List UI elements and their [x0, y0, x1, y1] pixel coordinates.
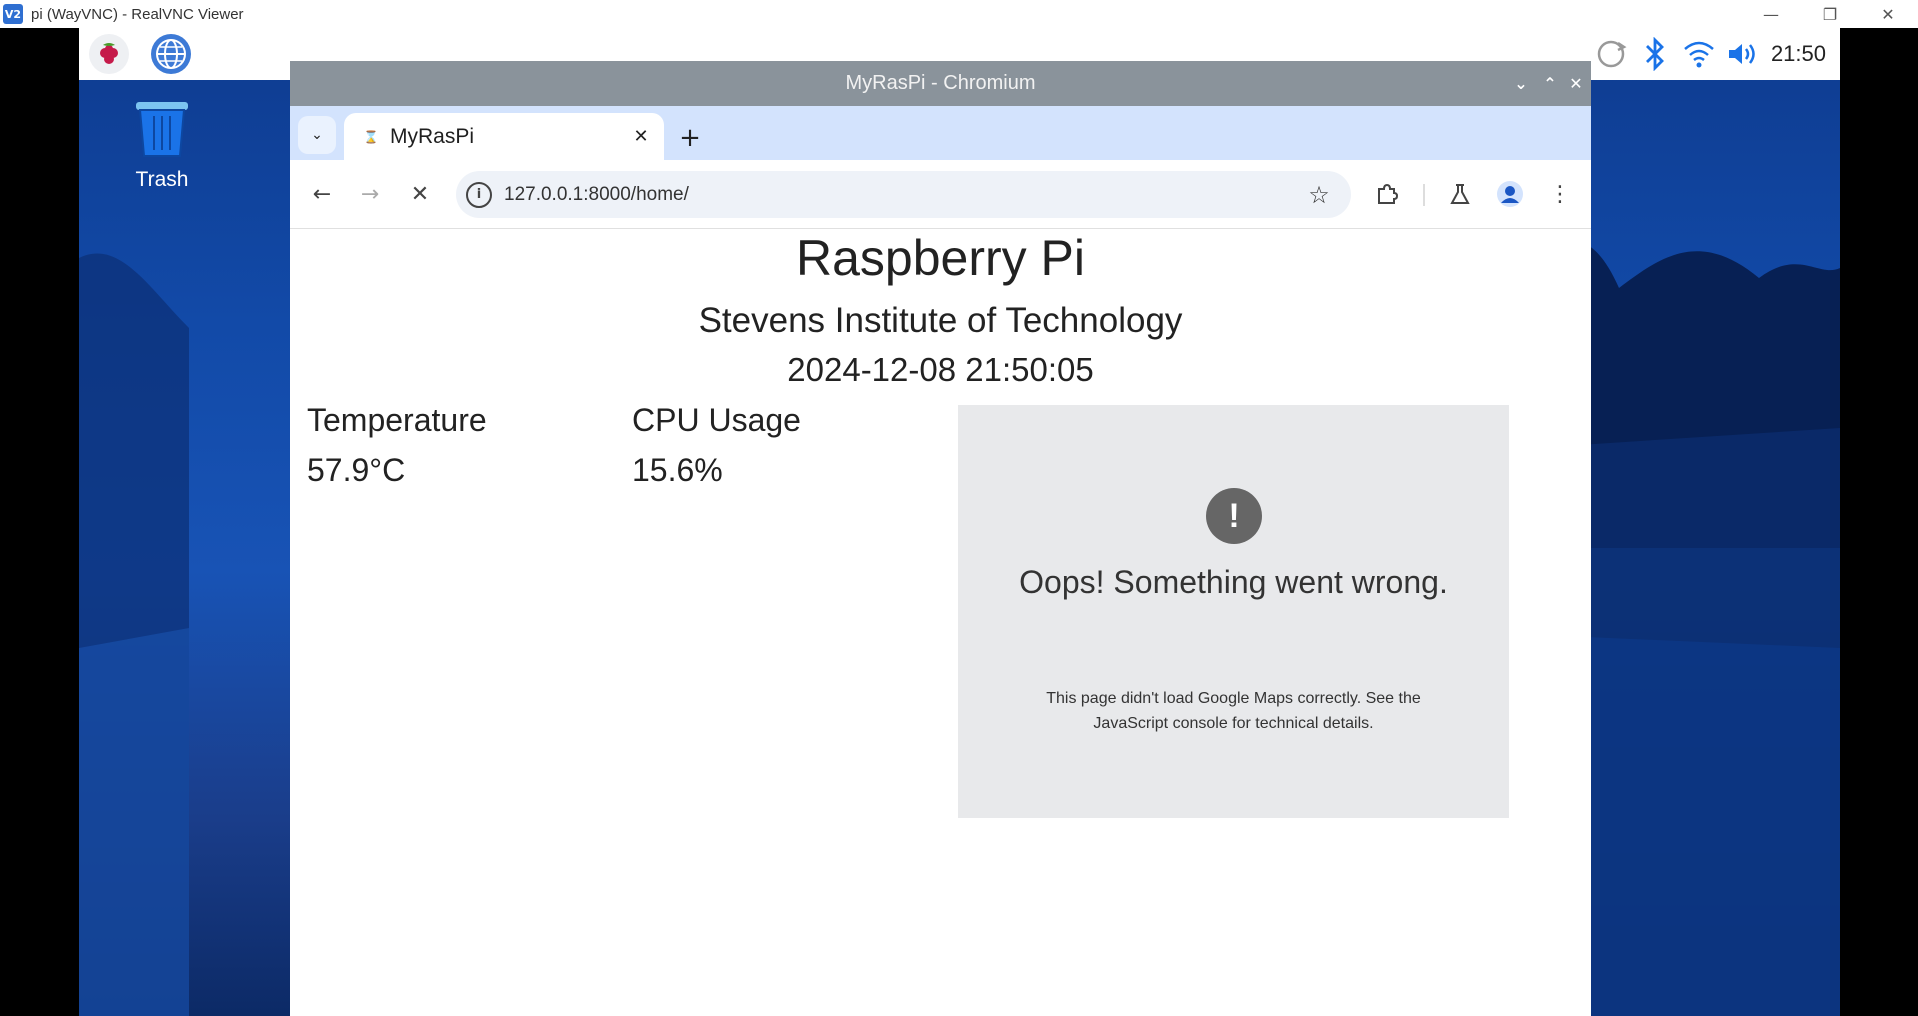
wifi-icon[interactable] [1677, 28, 1721, 80]
stop-loading-icon[interactable]: ✕ [400, 174, 440, 214]
url-text[interactable]: 127.0.0.1:8000/home/ [504, 184, 1301, 206]
vnc-restore-button[interactable]: ❐ [1800, 0, 1860, 28]
page-subtitle: Stevens Institute of Technology [698, 301, 1183, 340]
sync-icon[interactable] [1589, 28, 1633, 80]
loading-favicon-icon: ⌛ [363, 129, 379, 144]
cpu-usage-value: 15.6% [632, 452, 723, 488]
trash-desktop-icon[interactable]: Trash [127, 98, 197, 192]
toolbar-divider [1423, 184, 1425, 206]
trash-icon [136, 102, 188, 157]
chromium-titlebar[interactable]: MyRasPi - Chromium ⌄ ⌃ ✕ [290, 61, 1591, 106]
tab-search-chevron-icon[interactable]: ⌄ [298, 116, 336, 154]
vnc-close-button[interactable]: ✕ [1858, 0, 1918, 28]
taskbar-clock[interactable]: 21:50 [1771, 41, 1826, 67]
web-page: Raspberry Pi Stevens Institute of Techno… [290, 229, 1591, 1016]
tab-close-icon[interactable]: ✕ [626, 122, 656, 152]
bluetooth-icon[interactable] [1633, 28, 1677, 80]
more-menu-icon[interactable]: ⋮ [1540, 174, 1580, 214]
temperature-value: 57.9°C [307, 452, 406, 488]
browser-toolbar: ← → ✕ i 127.0.0.1:8000/home/ ☆ ⋮ [290, 160, 1591, 229]
map-error-title: Oops! Something went wrong. [1019, 564, 1448, 600]
vnc-window-title: pi (WayVNC) - RealVNC Viewer [31, 5, 244, 23]
realvnc-app-icon: V2 [3, 4, 23, 24]
site-info-icon[interactable]: i [466, 181, 492, 208]
web-browser-icon[interactable] [151, 34, 191, 74]
address-bar[interactable]: i 127.0.0.1:8000/home/ ☆ [456, 171, 1351, 218]
raspberry-menu-icon[interactable] [89, 34, 129, 74]
google-map-error-panel: ! Oops! Something went wrong. This page … [958, 405, 1509, 818]
page-datetime: 2024-12-08 21:50:05 [787, 351, 1094, 388]
volume-icon[interactable] [1721, 28, 1765, 80]
exclamation-icon: ! [1206, 488, 1262, 544]
cpu-usage-label: CPU Usage [632, 402, 801, 438]
system-tray: 21:50 [1589, 28, 1840, 80]
tab-strip: ⌄ ⌛ MyRasPi ✕ + [290, 106, 1591, 160]
new-tab-plus-icon[interactable]: + [672, 120, 708, 156]
page-title: Raspberry Pi [796, 230, 1085, 286]
profile-avatar-icon[interactable] [1490, 174, 1530, 214]
forward-arrow-icon[interactable]: → [350, 174, 390, 214]
vnc-minimize-button[interactable]: — [1741, 0, 1801, 28]
extensions-puzzle-icon[interactable] [1367, 174, 1407, 214]
chromium-window-title: MyRasPi - Chromium [845, 72, 1036, 94]
chromium-window: MyRasPi - Chromium ⌄ ⌃ ✕ ⌄ ⌛ MyRasPi ✕ +… [290, 61, 1591, 1016]
map-error-message: This page didn't load Google Maps correc… [1046, 690, 1421, 732]
tab-title: MyRasPi [390, 124, 475, 148]
trash-label: Trash [135, 168, 189, 191]
temperature-label: Temperature [307, 402, 487, 438]
window-close-button[interactable]: ✕ [1561, 61, 1591, 106]
vnc-titlebar: V2 pi (WayVNC) - RealVNC Viewer — ❐ ✕ [0, 0, 1918, 28]
labs-flask-icon[interactable] [1440, 174, 1480, 214]
tab-myraspi[interactable]: ⌛ MyRasPi ✕ [344, 113, 664, 160]
bookmark-star-icon[interactable]: ☆ [1301, 177, 1337, 213]
window-menu-chevron-icon[interactable]: ⌄ [1506, 61, 1536, 106]
back-arrow-icon[interactable]: ← [302, 174, 342, 214]
remote-desktop: 21:50 Trash MyRasPi - Chromium ⌄ ⌃ ✕ ⌄ ⌛… [79, 28, 1840, 1016]
